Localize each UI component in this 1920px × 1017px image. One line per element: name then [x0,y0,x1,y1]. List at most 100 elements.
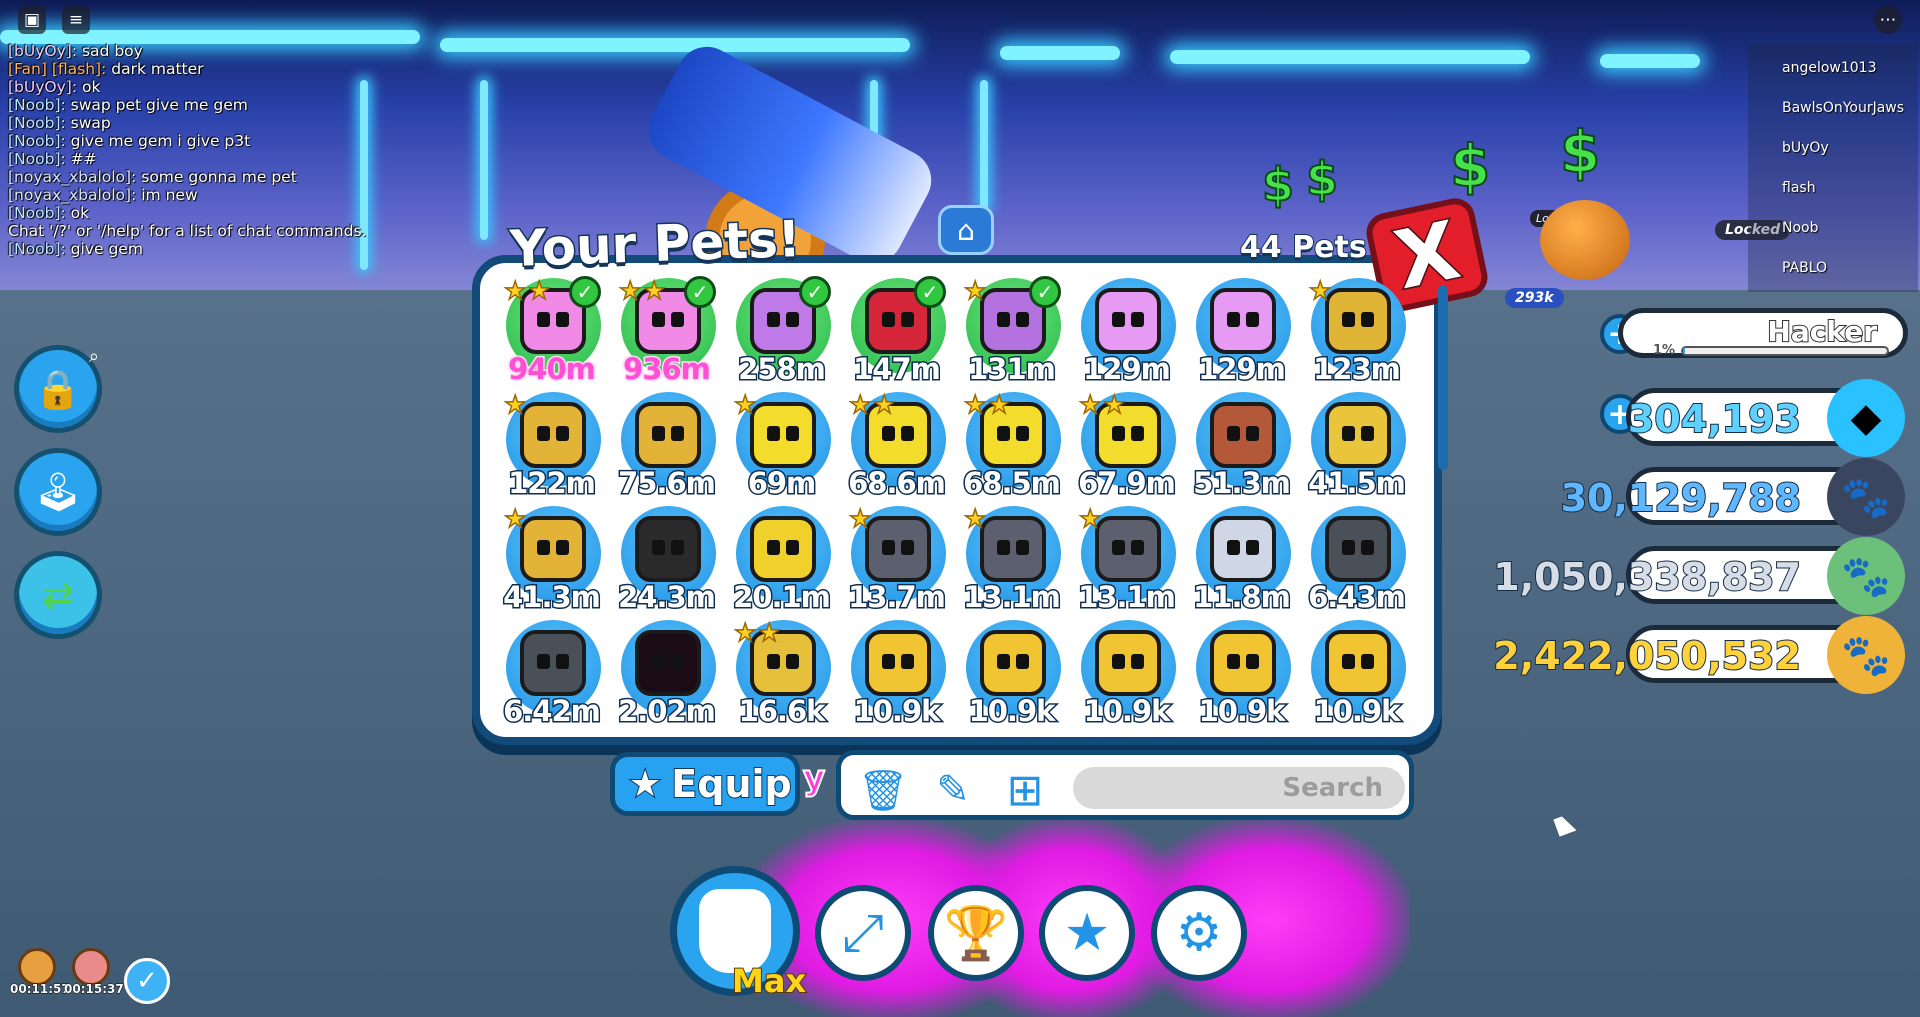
pet-slot[interactable]: ★ 13.7m [839,502,954,616]
star-icon: ★ [1078,503,1102,534]
chat-author[interactable]: [Noob]: [8,114,66,132]
pet-icon [750,402,816,468]
pet-value: 2.02m [617,693,718,730]
pet-icon [1210,402,1276,468]
favorites-button[interactable]: ★ [1039,885,1135,981]
player-entry[interactable]: PABLO [1748,248,1918,288]
grid-view-icon[interactable]: ⊞ [1001,765,1049,816]
equip-button[interactable]: ★ Equip [610,752,800,816]
pet-slot[interactable]: 129m [1069,274,1184,388]
pet-slot[interactable]: ★ ★ 67.9m [1069,388,1184,502]
pet-slot[interactable]: 20.1m [724,502,839,616]
pet-value: 10.9k [967,693,1057,730]
pet-slot[interactable]: ★ ★ 16.6k [724,616,839,730]
more-options-icon[interactable]: ⋯ [1874,6,1902,34]
chat-toggle-icon[interactable]: ≡ [62,6,90,34]
equipped-check-icon: ✓ [1029,276,1061,308]
currency-counter: 30,129,788 🐾 [1560,458,1905,536]
pet-icon [865,516,931,582]
pet-slot[interactable]: 24.3m [609,502,724,616]
player-entry[interactable]: BawlsOnYourJaws [1748,88,1918,128]
pet-slot[interactable]: 41.5m [1299,388,1414,502]
currency-value: 1,050,338,837 [1492,554,1802,600]
pet-slot[interactable]: 51.3m [1184,388,1299,502]
pet-slot[interactable]: 75.6m [609,388,724,502]
pet-icon [635,402,701,468]
neon-pillar [480,80,488,240]
currency-counter: 304,193 ◆ [1626,379,1905,457]
neon-light [1600,54,1700,68]
pet-slot[interactable]: ★ 123m [1299,274,1414,388]
pet-slot[interactable]: ★ 69m [724,388,839,502]
star-icon: ★ [628,763,662,806]
pet-value: 41.3m [502,579,603,616]
pet-slot[interactable]: ★ 41.3m [494,502,609,616]
player-entry[interactable]: angelow1013 [1748,48,1918,88]
pet-icon [1095,516,1161,582]
chat-line: [bUyOy]: ok [8,78,366,96]
pet-slot[interactable]: 10.9k [1184,616,1299,730]
pet-slot[interactable]: ✓ 147m [839,274,954,388]
pet-slot[interactable]: 10.9k [954,616,1069,730]
pet-slot[interactable]: 10.9k [1069,616,1184,730]
star-icon: ★ [618,275,642,306]
chat-author[interactable]: [Fan] [flash]: [8,60,106,78]
pet-slot[interactable]: ★ 13.1m [1069,502,1184,616]
pet-slot[interactable]: ★ ★ 68.6m [839,388,954,502]
pet-slot[interactable]: ★ ★ 68.5m [954,388,1069,502]
search-input[interactable]: Search [1073,767,1405,809]
roblox-menu-icon[interactable]: ▣ [18,6,46,34]
joystick-button[interactable]: 🕹 [14,448,102,536]
chat-author[interactable]: [Noob]: [8,204,66,222]
pet-icon [635,516,701,582]
pet-icon [1210,630,1276,696]
pet-slot[interactable]: ★ 13.1m [954,502,1069,616]
player-entry[interactable]: Noob [1748,208,1918,248]
boost-timer[interactable]: 00:15:37 [64,946,124,997]
teleport-button[interactable]: ⤢ [815,885,911,981]
pet-slot[interactable]: 6.43m [1299,502,1414,616]
pet-slot[interactable]: 2.02m [609,616,724,730]
verified-badge-icon[interactable]: ✓ [124,958,170,1004]
player-entry[interactable]: flash [1748,168,1918,208]
player-entry[interactable]: bUyOy [1748,128,1918,168]
pets-scrollbar[interactable] [1438,285,1448,470]
pet-slot[interactable]: 10.9k [839,616,954,730]
chat-author[interactable]: [Noob]: [8,132,66,150]
chat-author[interactable]: [Noob]: [8,96,66,114]
pet-slot[interactable]: ✓ 258m [724,274,839,388]
chat-line: [Noob]: swap [8,114,366,132]
trash-icon[interactable]: 🗑 [858,767,909,814]
chat-author[interactable]: [Noob]: [8,150,66,168]
trade-button[interactable]: ⇄ [14,551,102,639]
chat-author[interactable]: [bUyOy]: [8,78,77,96]
pet-value: 122m [507,465,598,502]
chat-line: [Noob]: give me gem i give p3t [8,132,366,150]
chat-author[interactable]: [noyax_xbalolo]: [8,186,136,204]
lock-button[interactable]: 🔒 ⌕ [14,345,102,433]
pet-slot[interactable]: ★ ★ ✓ 936m [609,274,724,388]
chat-author[interactable]: [bUyOy]: [8,42,77,60]
chat-author[interactable]: [Noob]: [8,240,66,258]
chat-message: some gonna me pet [141,168,297,186]
pet-slot[interactable]: ★ 122m [494,388,609,502]
chat-author[interactable]: [noyax_xbalolo]: [8,168,136,186]
pet-slot[interactable]: 11.8m [1184,502,1299,616]
chat-line: [bUyOy]: sad boy [8,42,366,60]
pet-icon [1095,630,1161,696]
boost-timer[interactable]: 00:11:57 [10,946,70,997]
neon-light [1000,46,1120,60]
pet-slot[interactable]: 6.42m [494,616,609,730]
pet-value: 13.7m [847,579,948,616]
pet-slot[interactable]: ★ ★ ✓ 940m [494,274,609,388]
settings-button[interactable]: ⚙ [1151,885,1247,981]
coin-icon: 🐾 [1827,458,1905,536]
star-icon: ★ [503,389,527,420]
pet-slot[interactable]: 129m [1184,274,1299,388]
achievements-button[interactable]: 🏆 [928,885,1024,981]
pet-icon [980,630,1046,696]
pet-slot[interactable]: ★ ✓ 131m [954,274,1069,388]
pet-value: 24.3m [617,579,718,616]
pet-slot[interactable]: 10.9k [1299,616,1414,730]
rename-pencil-icon[interactable]: ✎ [929,767,977,813]
